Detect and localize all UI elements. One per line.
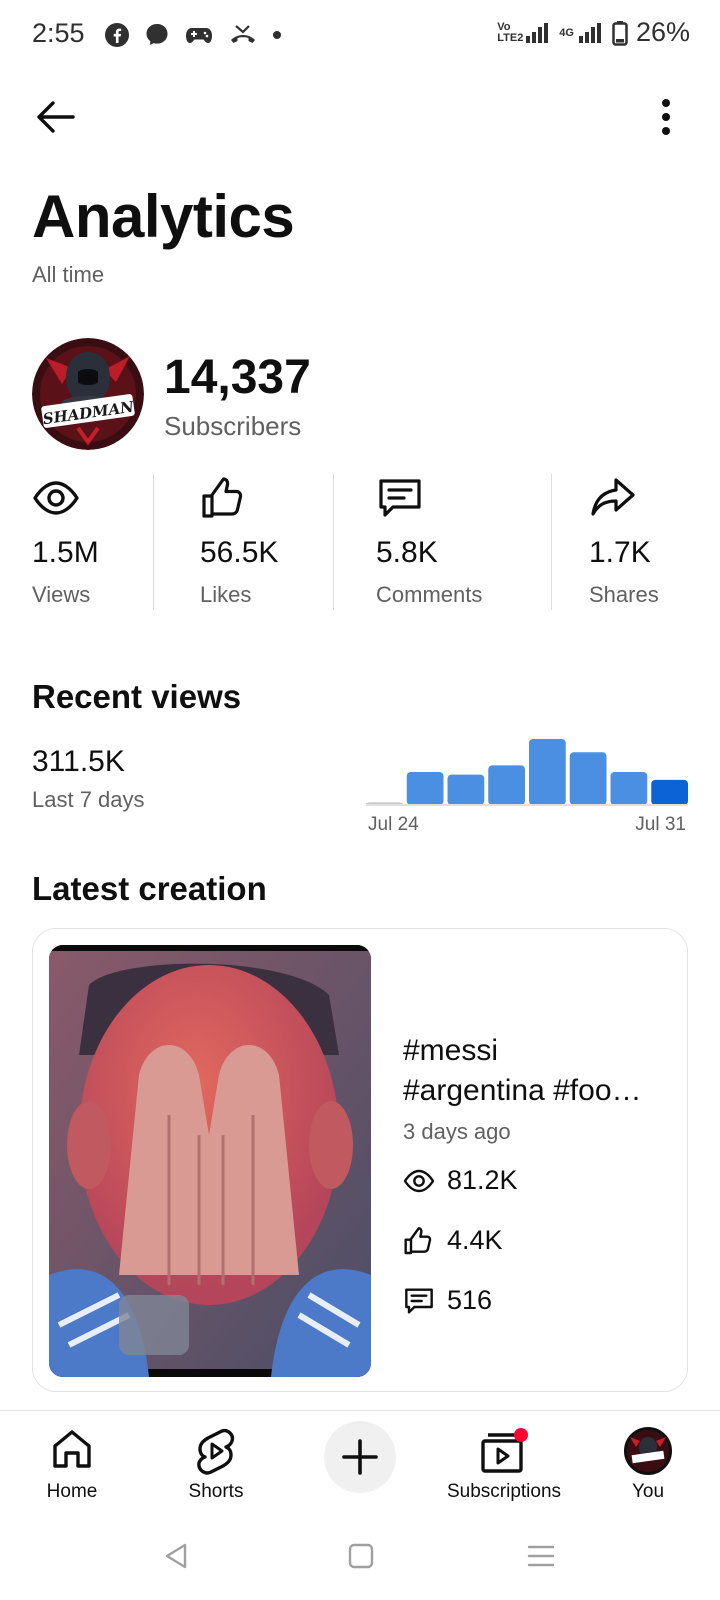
chart-bar bbox=[529, 739, 566, 805]
chart-start-label: Jul 24 bbox=[368, 814, 419, 835]
video-title[interactable]: #messi #argentina #foo… bbox=[403, 1031, 673, 1111]
recent-views-title: Recent views bbox=[32, 678, 242, 715]
chart-bar bbox=[488, 765, 525, 805]
nav-label: Subscriptions bbox=[446, 1481, 562, 1502]
subscriber-count: 14,337 bbox=[164, 351, 311, 404]
network-type: 4G bbox=[559, 26, 574, 39]
chart-bar bbox=[651, 779, 688, 805]
subscriptions-icon bbox=[481, 1428, 528, 1473]
chart-bar bbox=[447, 774, 485, 805]
period-selector[interactable]: All time bbox=[32, 262, 104, 288]
nav-subscriptions[interactable]: Subscriptions bbox=[434, 1421, 574, 1511]
nav-shorts[interactable]: Shorts bbox=[146, 1421, 286, 1511]
bottom-nav: Home Shorts Subscriptions You bbox=[0, 1410, 720, 1514]
chart-bar bbox=[406, 772, 444, 805]
nav-label: You bbox=[631, 1481, 665, 1502]
eye-icon bbox=[403, 1169, 435, 1192]
status-right: Vo LTE2 4G 26% bbox=[497, 17, 690, 48]
status-time: 2:55 bbox=[32, 18, 85, 48]
video-views-count: 81.2K bbox=[447, 1165, 518, 1195]
thumbs-up-icon bbox=[202, 477, 243, 518]
recent-views-caption: Last 7 days bbox=[32, 787, 145, 812]
subscriber-label: Subscribers bbox=[164, 411, 302, 441]
stat-value: 5.8K bbox=[376, 536, 438, 569]
shorts-icon bbox=[197, 1428, 235, 1475]
chart-end-label: Jul 31 bbox=[635, 814, 686, 835]
latest-creation-title: Latest creation bbox=[32, 870, 267, 907]
facebook-icon bbox=[105, 23, 129, 47]
stat-divider bbox=[153, 474, 154, 610]
stat-label: Comments bbox=[376, 582, 483, 607]
back-button[interactable] bbox=[30, 92, 80, 142]
square-home-icon bbox=[348, 1543, 374, 1569]
video-thumbnail[interactable] bbox=[49, 945, 371, 1377]
profile-avatar-icon bbox=[624, 1427, 672, 1475]
more-vertical-icon bbox=[662, 99, 670, 135]
system-nav-bar bbox=[0, 1514, 720, 1600]
comment-icon bbox=[405, 1287, 433, 1314]
system-home-button[interactable] bbox=[348, 1542, 374, 1575]
system-back-button[interactable] bbox=[163, 1542, 189, 1575]
comment-icon bbox=[379, 479, 421, 517]
stat-label: Views bbox=[32, 582, 91, 607]
missed-call-icon bbox=[231, 25, 255, 43]
chart-bar bbox=[610, 772, 648, 805]
notification-dot bbox=[514, 1428, 528, 1442]
thumbs-up-icon bbox=[404, 1226, 432, 1254]
battery-level: 26% bbox=[635, 17, 690, 47]
nav-you[interactable]: You bbox=[578, 1421, 718, 1511]
stat-divider bbox=[551, 474, 552, 610]
stat-divider bbox=[333, 474, 334, 610]
more-notifications-dot-icon bbox=[273, 31, 281, 39]
menu-recents-icon bbox=[527, 1545, 555, 1567]
latest-video-card[interactable]: #messi #argentina #foo… 3 days ago 81.2K… bbox=[32, 928, 688, 1392]
stat-value: 56.5K bbox=[200, 536, 279, 569]
home-icon bbox=[53, 1430, 91, 1468]
battery-icon bbox=[612, 20, 628, 46]
stat-label: Likes bbox=[200, 582, 252, 607]
video-comments-count: 516 bbox=[447, 1285, 493, 1315]
share-icon bbox=[591, 478, 635, 516]
plus-icon bbox=[342, 1439, 378, 1475]
system-recents-button[interactable] bbox=[527, 1542, 555, 1575]
video-age: 3 days ago bbox=[403, 1119, 511, 1144]
recent-views-value: 311.5K bbox=[32, 745, 125, 778]
messenger-icon bbox=[146, 24, 168, 45]
page-title: Analytics bbox=[32, 183, 295, 250]
stat-value: 1.5M bbox=[32, 536, 99, 569]
chart-bar bbox=[569, 752, 607, 805]
channel-avatar[interactable]: SHADMAN bbox=[32, 338, 144, 450]
stat-value: 1.7K bbox=[589, 536, 651, 569]
game-controller-icon bbox=[186, 28, 212, 43]
video-title-line: #argentina #foo… bbox=[403, 1074, 642, 1107]
signal-icon bbox=[526, 22, 549, 43]
video-comments: 516 bbox=[403, 1285, 492, 1316]
signal-icon bbox=[578, 22, 601, 43]
status-bar: 2:55 Vo LTE2 4G 26% bbox=[0, 0, 720, 70]
video-title-line: #messi bbox=[403, 1034, 499, 1067]
nav-home[interactable]: Home bbox=[2, 1421, 142, 1511]
video-likes: 4.4K bbox=[403, 1225, 503, 1256]
video-views: 81.2K bbox=[403, 1165, 518, 1196]
stat-label: Shares bbox=[589, 582, 659, 607]
channel-stats: 1.5M Views 56.5K Likes 5.8K Comments 1.7… bbox=[0, 474, 720, 612]
nav-label: Shorts bbox=[188, 1481, 244, 1502]
triangle-back-icon bbox=[165, 1543, 187, 1569]
notification-icons bbox=[104, 18, 282, 52]
create-button[interactable] bbox=[324, 1421, 396, 1493]
recent-views-chart[interactable]: Jul 24 Jul 31 bbox=[366, 730, 688, 840]
more-options-button[interactable] bbox=[646, 92, 686, 142]
volte-indicator: Vo LTE2 bbox=[497, 20, 524, 44]
video-likes-count: 4.4K bbox=[447, 1225, 503, 1255]
arrow-left-icon bbox=[37, 101, 75, 133]
eye-icon bbox=[33, 481, 79, 515]
nav-label: Home bbox=[46, 1481, 98, 1502]
